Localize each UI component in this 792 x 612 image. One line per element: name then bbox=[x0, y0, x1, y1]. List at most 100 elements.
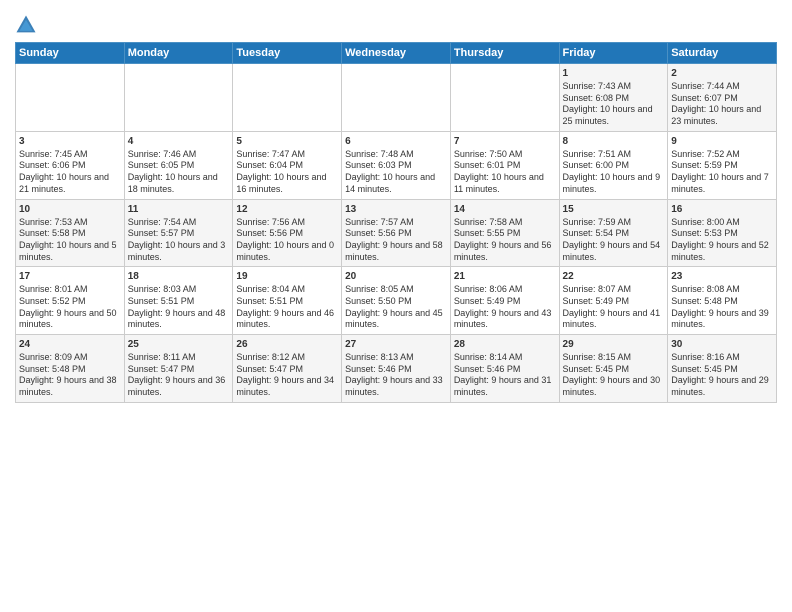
day-number: 25 bbox=[128, 338, 230, 351]
calendar-cell: 1Sunrise: 7:43 AMSunset: 6:08 PMDaylight… bbox=[559, 64, 668, 132]
calendar-cell: 19Sunrise: 8:04 AMSunset: 5:51 PMDayligh… bbox=[233, 267, 342, 335]
cell-text: Daylight: 9 hours and 43 minutes. bbox=[454, 308, 556, 331]
cell-text: Sunrise: 7:56 AM bbox=[236, 217, 338, 229]
day-number: 26 bbox=[236, 338, 338, 351]
day-number: 3 bbox=[19, 135, 121, 148]
calendar-cell bbox=[124, 64, 233, 132]
calendar-cell: 8Sunrise: 7:51 AMSunset: 6:00 PMDaylight… bbox=[559, 131, 668, 199]
cell-text: Daylight: 10 hours and 14 minutes. bbox=[345, 172, 447, 195]
day-header-wednesday: Wednesday bbox=[342, 43, 451, 64]
calendar-cell: 27Sunrise: 8:13 AMSunset: 5:46 PMDayligh… bbox=[342, 335, 451, 403]
cell-text: Sunset: 5:56 PM bbox=[345, 228, 447, 240]
cell-text: Sunrise: 8:13 AM bbox=[345, 352, 447, 364]
cell-text: Sunset: 5:52 PM bbox=[19, 296, 121, 308]
day-header-sunday: Sunday bbox=[16, 43, 125, 64]
calendar-cell: 29Sunrise: 8:15 AMSunset: 5:45 PMDayligh… bbox=[559, 335, 668, 403]
cell-text: Sunset: 5:55 PM bbox=[454, 228, 556, 240]
cell-text: Sunrise: 8:14 AM bbox=[454, 352, 556, 364]
day-number: 11 bbox=[128, 203, 230, 216]
cell-text: Daylight: 9 hours and 46 minutes. bbox=[236, 308, 338, 331]
cell-text: Sunrise: 8:09 AM bbox=[19, 352, 121, 364]
logo-icon bbox=[15, 14, 37, 36]
cell-text: Daylight: 9 hours and 34 minutes. bbox=[236, 375, 338, 398]
cell-text: Daylight: 9 hours and 31 minutes. bbox=[454, 375, 556, 398]
day-header-monday: Monday bbox=[124, 43, 233, 64]
cell-text: Sunrise: 7:44 AM bbox=[671, 81, 773, 93]
cell-text: Sunset: 5:48 PM bbox=[671, 296, 773, 308]
calendar-cell: 18Sunrise: 8:03 AMSunset: 5:51 PMDayligh… bbox=[124, 267, 233, 335]
calendar-cell: 5Sunrise: 7:47 AMSunset: 6:04 PMDaylight… bbox=[233, 131, 342, 199]
calendar-cell bbox=[342, 64, 451, 132]
cell-text: Sunrise: 7:47 AM bbox=[236, 149, 338, 161]
day-number: 16 bbox=[671, 203, 773, 216]
cell-text: Sunset: 5:46 PM bbox=[345, 364, 447, 376]
calendar-cell: 21Sunrise: 8:06 AMSunset: 5:49 PMDayligh… bbox=[450, 267, 559, 335]
cell-text: Daylight: 10 hours and 0 minutes. bbox=[236, 240, 338, 263]
cell-text: Sunset: 5:58 PM bbox=[19, 228, 121, 240]
cell-text: Sunrise: 8:12 AM bbox=[236, 352, 338, 364]
cell-text: Sunset: 5:46 PM bbox=[454, 364, 556, 376]
calendar-row: 1Sunrise: 7:43 AMSunset: 6:08 PMDaylight… bbox=[16, 64, 777, 132]
cell-text: Sunset: 5:47 PM bbox=[236, 364, 338, 376]
cell-text: Daylight: 10 hours and 5 minutes. bbox=[19, 240, 121, 263]
calendar-row: 3Sunrise: 7:45 AMSunset: 6:06 PM Daylight… bbox=[16, 131, 777, 199]
cell-text: Daylight: 9 hours and 56 minutes. bbox=[454, 240, 556, 263]
cell-text: Sunrise: 7:45 AM bbox=[19, 149, 121, 161]
calendar-cell: 11Sunrise: 7:54 AMSunset: 5:57 PMDayligh… bbox=[124, 199, 233, 267]
day-number: 15 bbox=[563, 203, 665, 216]
calendar-row: 17Sunrise: 8:01 AMSunset: 5:52 PMDayligh… bbox=[16, 267, 777, 335]
cell-text: Daylight: 9 hours and 39 minutes. bbox=[671, 308, 773, 331]
cell-text: Daylight: 10 hours and 23 minutes. bbox=[671, 104, 773, 127]
cell-text: Sunrise: 8:00 AM bbox=[671, 217, 773, 229]
day-number: 28 bbox=[454, 338, 556, 351]
day-number: 17 bbox=[19, 270, 121, 283]
cell-text: Daylight: 9 hours and 52 minutes. bbox=[671, 240, 773, 263]
cell-text: Sunrise: 8:16 AM bbox=[671, 352, 773, 364]
calendar-cell: 24Sunrise: 8:09 AMSunset: 5:48 PMDayligh… bbox=[16, 335, 125, 403]
calendar-cell: 26Sunrise: 8:12 AMSunset: 5:47 PMDayligh… bbox=[233, 335, 342, 403]
day-number: 7 bbox=[454, 135, 556, 148]
cell-text: Sunset: 5:49 PM bbox=[454, 296, 556, 308]
calendar-cell: 22Sunrise: 8:07 AMSunset: 5:49 PMDayligh… bbox=[559, 267, 668, 335]
cell-text: Sunset: 5:50 PM bbox=[345, 296, 447, 308]
calendar-row: 24Sunrise: 8:09 AMSunset: 5:48 PMDayligh… bbox=[16, 335, 777, 403]
cell-text: Daylight: 9 hours and 29 minutes. bbox=[671, 375, 773, 398]
calendar-cell: 15Sunrise: 7:59 AMSunset: 5:54 PMDayligh… bbox=[559, 199, 668, 267]
cell-text: Sunset: 6:07 PM bbox=[671, 93, 773, 105]
day-number: 21 bbox=[454, 270, 556, 283]
calendar-cell: 30Sunrise: 8:16 AMSunset: 5:45 PMDayligh… bbox=[668, 335, 777, 403]
cell-text: Sunset: 5:59 PM bbox=[671, 160, 773, 172]
cell-text: Sunrise: 7:53 AM bbox=[19, 217, 121, 229]
cell-text: Sunset: 6:06 PM bbox=[19, 160, 121, 172]
cell-text: Daylight: 9 hours and 50 minutes. bbox=[19, 308, 121, 331]
cell-text: Sunset: 5:53 PM bbox=[671, 228, 773, 240]
cell-text: Daylight: 9 hours and 45 minutes. bbox=[345, 308, 447, 331]
calendar-cell: 17Sunrise: 8:01 AMSunset: 5:52 PMDayligh… bbox=[16, 267, 125, 335]
cell-text: Sunset: 5:51 PM bbox=[128, 296, 230, 308]
cell-text: Daylight: 10 hours and 7 minutes. bbox=[671, 172, 773, 195]
calendar-cell: 10Sunrise: 7:53 AMSunset: 5:58 PMDayligh… bbox=[16, 199, 125, 267]
cell-text: Daylight: 9 hours and 48 minutes. bbox=[128, 308, 230, 331]
cell-text: Sunrise: 7:48 AM bbox=[345, 149, 447, 161]
calendar-row: 10Sunrise: 7:53 AMSunset: 5:58 PMDayligh… bbox=[16, 199, 777, 267]
cell-text: Sunset: 5:48 PM bbox=[19, 364, 121, 376]
calendar-cell: 13Sunrise: 7:57 AMSunset: 5:56 PMDayligh… bbox=[342, 199, 451, 267]
cell-text: Sunset: 6:05 PM bbox=[128, 160, 230, 172]
day-number: 19 bbox=[236, 270, 338, 283]
cell-text: Daylight: 9 hours and 30 minutes. bbox=[563, 375, 665, 398]
cell-text: Daylight: 10 hours and 25 minutes. bbox=[563, 104, 665, 127]
cell-text: Sunrise: 8:11 AM bbox=[128, 352, 230, 364]
day-number: 29 bbox=[563, 338, 665, 351]
cell-text: Sunset: 6:00 PM bbox=[563, 160, 665, 172]
header bbox=[15, 10, 777, 36]
cell-text: Sunset: 6:08 PM bbox=[563, 93, 665, 105]
calendar-cell: 3Sunrise: 7:45 AMSunset: 6:06 PMDaylight… bbox=[16, 131, 125, 199]
cell-text: Daylight: 9 hours and 36 minutes. bbox=[128, 375, 230, 398]
day-header-tuesday: Tuesday bbox=[233, 43, 342, 64]
cell-text: Sunset: 6:03 PM bbox=[345, 160, 447, 172]
day-number: 12 bbox=[236, 203, 338, 216]
cell-text: Sunset: 5:56 PM bbox=[236, 228, 338, 240]
cell-text: Daylight: 10 hours and 9 minutes. bbox=[563, 172, 665, 195]
day-number: 9 bbox=[671, 135, 773, 148]
day-number: 5 bbox=[236, 135, 338, 148]
